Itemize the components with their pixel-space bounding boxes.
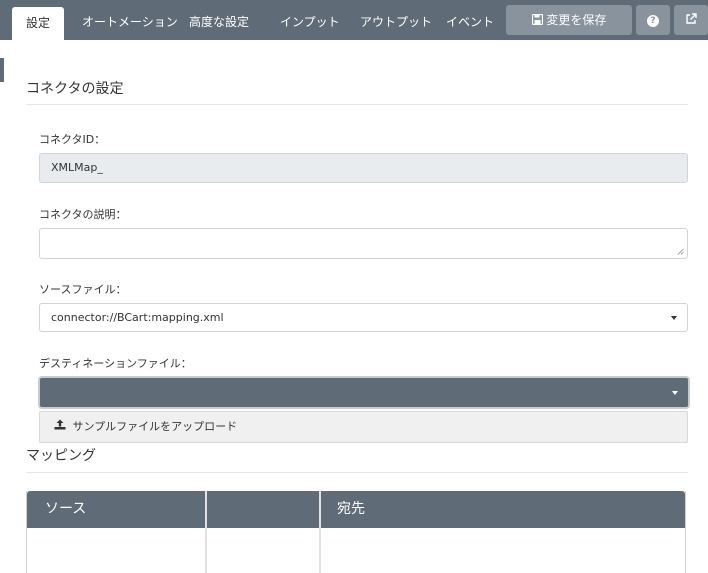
connector-id-field: XMLMap_	[39, 153, 688, 183]
tab-events[interactable]: イベント	[446, 0, 494, 40]
description-label: コネクタの説明：	[39, 208, 127, 221]
save-icon	[531, 6, 543, 36]
save-changes-button[interactable]: 変更を保存	[506, 5, 632, 35]
resize-handle-icon[interactable]	[677, 248, 684, 255]
section-title: コネクタの設定	[26, 81, 124, 97]
external-link-icon	[685, 6, 697, 36]
column-header-destination: 宛先	[337, 501, 365, 517]
upload-sample-file-label: サンプルファイルをアップロード	[72, 420, 238, 433]
mapping-title: マッピング	[26, 448, 96, 464]
tab-output[interactable]: アウトプット	[360, 0, 432, 40]
help-button[interactable]: ?	[636, 5, 670, 35]
source-file-select[interactable]: connector://BCart:mapping.xml	[39, 303, 688, 332]
column-divider	[205, 491, 207, 573]
source-file-label: ソースファイル：	[39, 283, 127, 296]
upload-icon	[54, 412, 66, 442]
chevron-down-icon	[672, 391, 678, 395]
tab-advanced-settings[interactable]: 高度な設定	[186, 0, 252, 40]
connector-id-value: XMLMap_	[51, 161, 103, 174]
column-header-source: ソース	[45, 501, 87, 517]
save-changes-label: 変更を保存	[546, 13, 607, 27]
mapping-divider	[26, 472, 688, 473]
column-divider	[319, 491, 321, 573]
section-divider	[26, 104, 688, 105]
tab-automation[interactable]: オートメーション	[82, 0, 178, 40]
help-icon: ?	[647, 14, 659, 27]
tab-input[interactable]: インプット	[280, 0, 340, 40]
tab-settings[interactable]: 設定	[12, 7, 64, 40]
left-edge-marker	[0, 58, 4, 82]
mapping-table: ソース 宛先	[26, 491, 686, 573]
destination-file-select[interactable]	[38, 376, 690, 409]
chevron-down-icon	[671, 316, 677, 320]
connector-id-label: コネクタID：	[39, 133, 106, 146]
source-file-value: connector://BCart:mapping.xml	[51, 311, 224, 324]
top-tab-bar: 設定 オートメーション 高度な設定 インプット アウトプット イベント 変更を保…	[0, 0, 708, 40]
mapping-table-header: ソース 宛先	[27, 491, 685, 528]
external-link-button[interactable]	[674, 5, 708, 35]
upload-sample-file-option[interactable]: サンプルファイルをアップロード	[39, 411, 688, 443]
destination-file-label: デスティネーションファイル：	[39, 357, 192, 370]
description-textarea[interactable]	[39, 228, 688, 259]
